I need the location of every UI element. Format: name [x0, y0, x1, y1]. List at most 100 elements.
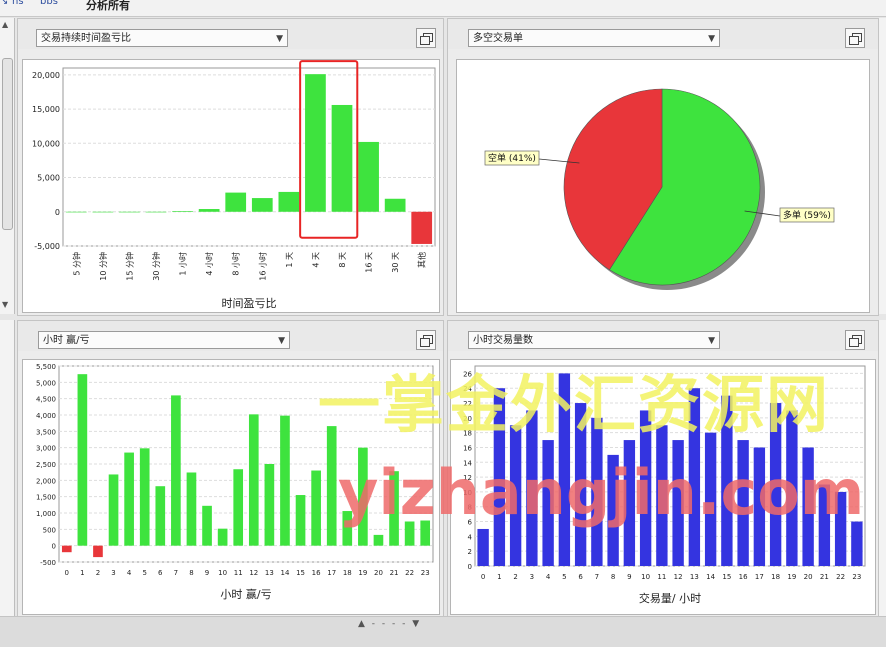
x-tick-label: 4 小时: [204, 252, 214, 276]
x-tick-label: 16: [312, 569, 321, 577]
bar: [295, 495, 306, 546]
selector-value: 交易持续时间盈亏比: [41, 33, 131, 44]
scroll-up-icon[interactable]: ▲: [2, 20, 8, 29]
bar: [477, 528, 489, 566]
y-tick-label: 4: [468, 533, 473, 541]
x-tick-label: 2: [96, 569, 100, 577]
bar: [305, 74, 326, 212]
pie-label: 多单 (59%): [783, 209, 831, 221]
bottom-splitter[interactable]: ▲ - - - - ▼: [0, 616, 886, 647]
window-maximize-icon[interactable]: [416, 330, 436, 350]
bar: [225, 192, 247, 212]
bar: [198, 209, 220, 212]
watermark-cn: 一掌金外汇资源网: [318, 368, 831, 441]
y-tick-label: 5,000: [36, 379, 56, 387]
x-tick-label: 22: [405, 569, 414, 577]
x-tick-label: 0: [481, 573, 485, 581]
x-tick-label: 1: [80, 569, 84, 577]
y-tick-label: 1,500: [36, 494, 56, 502]
bar: [280, 415, 290, 546]
x-tick-label: 3: [530, 573, 534, 581]
chart-selector-dropdown[interactable]: 多空交易单 ▼: [468, 29, 720, 47]
duration-bar-chart: -5,000 0 5,000 10,000 15,000 20,000 5 分钟 10 分钟 1…: [32, 60, 436, 310]
x-tick-label: 13: [265, 569, 274, 577]
x-tick-label: 18: [771, 573, 780, 581]
x-axis-label: 时间盈亏比: [222, 297, 277, 310]
chevron-down-icon: ▼: [708, 34, 715, 44]
bar: [145, 211, 167, 213]
x-tick-label: 8 天: [338, 252, 347, 268]
right-panel-edge-lower: [878, 320, 886, 616]
x-tick-label: 10 分钟: [98, 252, 108, 281]
bar: [251, 198, 273, 212]
x-tick-label: 5: [142, 569, 146, 577]
bar: [326, 426, 337, 546]
chevron-down-icon: ▼: [276, 34, 283, 44]
x-tick-label: 21: [820, 573, 829, 581]
x-tick-label: 16 天: [365, 252, 374, 273]
x-tick-label: 8: [611, 573, 615, 581]
x-tick-label: 1 小时: [178, 252, 188, 276]
x-tick-label: 9: [205, 569, 209, 577]
window-maximize-icon[interactable]: [845, 330, 865, 350]
y-tick-label: 0: [52, 543, 56, 551]
x-tick-label: 8: [189, 569, 193, 577]
y-tick-label: 0: [55, 208, 60, 217]
x-tick-label: 22: [836, 573, 845, 581]
bar: [155, 486, 166, 546]
bar: [248, 414, 259, 546]
window-maximize-icon[interactable]: [845, 28, 865, 48]
y-tick-label: 4,500: [36, 396, 56, 404]
x-tick-label: 18: [343, 569, 352, 577]
x-tick-label: 19: [787, 573, 796, 581]
bar: [119, 211, 140, 213]
x-tick-label: 15: [296, 569, 305, 577]
y-tick-label: 5,000: [37, 174, 60, 183]
bar: [108, 474, 119, 546]
toolbar-arrow-icon[interactable]: ↘: [0, 0, 8, 7]
y-tick-label: 16: [463, 444, 472, 452]
scroll-down-icon[interactable]: ▼: [2, 300, 8, 309]
x-tick-label: 14: [706, 573, 715, 581]
scroll-thumb[interactable]: [2, 58, 13, 230]
x-tick-label: 15: [722, 573, 731, 581]
bbs-chart-icon[interactable]: bbs: [40, 0, 58, 7]
hs-chart-icon[interactable]: hs: [12, 0, 24, 7]
bar: [172, 211, 193, 212]
bar: [384, 198, 406, 212]
x-tick-label: 14: [280, 569, 289, 577]
left-scrollbar[interactable]: ▲ ▼: [0, 18, 15, 314]
x-tick-label: 11: [657, 573, 666, 581]
chart-selector-dropdown[interactable]: 小时 赢/亏 ▼: [38, 331, 290, 349]
tab-analyze-all[interactable]: 分析所有: [86, 0, 130, 13]
y-tick-label: 3,500: [36, 428, 56, 436]
chart-selector-dropdown[interactable]: 小时交易量数 ▼: [468, 331, 720, 349]
x-tick-label: 6: [158, 569, 163, 577]
chart-area: 多单 (59%) 空单 (41%): [456, 59, 870, 313]
x-tick-label: 20: [374, 569, 383, 577]
y-tick-label: 4,000: [36, 412, 56, 420]
splitter-grip-icon[interactable]: ▲ - - - - ▼: [358, 619, 421, 629]
x-tick-label: 1: [497, 573, 501, 581]
y-tick-label: 5,500: [36, 363, 56, 371]
x-tick-label: 4: [546, 573, 551, 581]
x-tick-label: 2: [513, 573, 517, 581]
x-tick-label: 16 小时: [257, 252, 267, 281]
x-tick-label: 21: [390, 569, 399, 577]
bar: [77, 374, 88, 546]
window-maximize-icon[interactable]: [416, 28, 436, 48]
x-tick-label: 1 天: [285, 252, 294, 268]
panel-long-short: 多空交易单 ▼ 多单 (59%) 空单 (41%): [447, 18, 879, 316]
y-tick-label: 20,000: [32, 71, 60, 80]
bar: [411, 211, 433, 244]
x-tick-label: 15 分钟: [124, 252, 134, 281]
x-tick-label: 20: [804, 573, 813, 581]
x-tick-label: 13: [690, 573, 699, 581]
pie-label: 空单 (41%): [488, 152, 536, 164]
x-tick-label: 23: [421, 569, 430, 577]
y-tick-label: 1,000: [36, 510, 56, 518]
x-axis-label: 小时 赢/亏: [220, 587, 271, 601]
y-tick-label: -5,000: [34, 242, 60, 251]
bar: [171, 395, 181, 546]
chart-selector-dropdown[interactable]: 交易持续时间盈亏比 ▼: [36, 29, 288, 47]
